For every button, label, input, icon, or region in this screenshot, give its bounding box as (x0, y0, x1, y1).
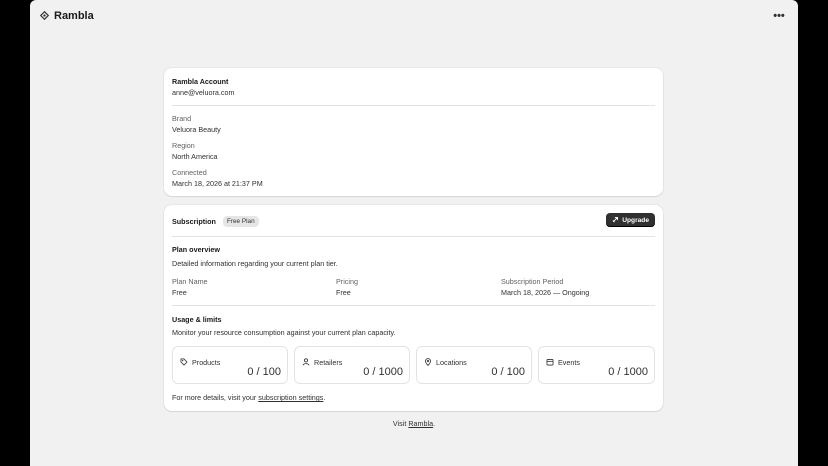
tag-icon (180, 353, 188, 371)
plan-overview-title: Plan overview (172, 245, 220, 254)
usage-value-events: 0 / 1000 (608, 366, 648, 378)
brand-value: Veluora Beauty (172, 125, 221, 134)
usage-card-events: Events 0 / 1000 (538, 346, 655, 384)
usage-card-locations: Locations 0 / 100 (416, 346, 532, 384)
footer: Visit Rambla. (30, 419, 798, 428)
brand-label: Brand (172, 114, 192, 123)
upgrade-label: Upgrade (622, 216, 649, 224)
subscription-settings-link[interactable]: subscription settings (258, 393, 323, 402)
app-window: Rambla ••• Rambla Account anne@veluora.c… (30, 0, 798, 466)
rambla-logo-icon (39, 7, 50, 25)
usage-value-locations: 0 / 100 (491, 366, 525, 378)
top-bar: Rambla ••• (30, 0, 798, 32)
region-value: North America (172, 152, 218, 161)
usage-label-products: Products (192, 357, 221, 367)
usage-label-events: Events (558, 357, 580, 367)
usage-card-header: Events (546, 353, 580, 371)
details-suffix: . (323, 393, 326, 402)
subscription-period-value: March 18, 2026 — Ongoing (501, 288, 590, 297)
plan-name-value: Free (172, 288, 187, 297)
details-note: For more details, visit your subscriptio… (172, 393, 325, 402)
usage-card-products: Products 0 / 100 (172, 346, 288, 384)
rocket-icon (612, 216, 619, 225)
more-actions-button[interactable]: ••• (770, 7, 788, 25)
connected-value: March 18, 2026 at 21:37 PM (172, 179, 263, 188)
usage-value-retailers: 0 / 1000 (363, 366, 403, 378)
brand: Rambla (39, 7, 94, 25)
usage-label-retailers: Retailers (314, 357, 343, 367)
usage-card-header: Retailers (302, 353, 342, 371)
usage-label-locations: Locations (436, 357, 467, 367)
connected-label: Connected (172, 168, 207, 177)
region-label: Region (172, 141, 195, 150)
usage-limits-description: Monitor your resource consumption agains… (172, 328, 396, 337)
account-title: Rambla Account (172, 77, 229, 86)
subscription-title: Subscription (172, 217, 216, 226)
rambla-link[interactable]: Rambla (408, 419, 433, 428)
location-pin-icon (424, 353, 432, 371)
usage-card-header: Products (180, 353, 220, 371)
usage-card-retailers: Retailers 0 / 1000 (294, 346, 410, 384)
more-horizontal-icon: ••• (773, 10, 785, 22)
pricing-value: Free (336, 288, 351, 297)
plan-name-label: Plan Name (172, 277, 208, 286)
footer-prefix: Visit (392, 419, 407, 428)
details-prefix: For more details, visit your (172, 393, 257, 402)
footer-suffix: . (433, 419, 436, 428)
divider (172, 305, 655, 306)
subscription-period-label: Subscription Period (501, 277, 564, 286)
pricing-label: Pricing (336, 277, 358, 286)
upgrade-button[interactable]: Upgrade (606, 213, 655, 227)
subscription-card: Subscription Free Plan Upgrade Plan over… (164, 205, 663, 411)
account-email: anne@veluora.com (172, 88, 235, 97)
plan-badge: Free Plan (222, 216, 259, 227)
subscription-header: Subscription Free Plan (172, 216, 259, 227)
app-title: Rambla (54, 10, 94, 22)
divider (172, 105, 655, 106)
usage-limits-title: Usage & limits (172, 315, 222, 324)
usage-value-products: 0 / 100 (247, 366, 281, 378)
plan-overview-description: Detailed information regarding your curr… (172, 259, 338, 268)
person-icon (302, 353, 310, 371)
calendar-icon (546, 353, 554, 371)
account-card: Rambla Account anne@veluora.com Brand Ve… (164, 68, 663, 196)
divider (172, 236, 655, 237)
usage-card-header: Locations (424, 353, 467, 371)
